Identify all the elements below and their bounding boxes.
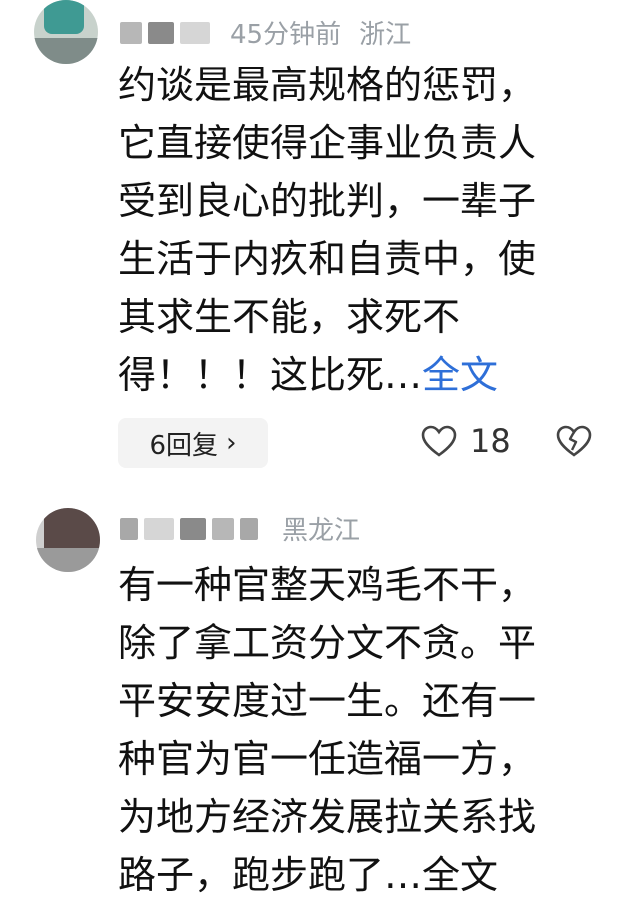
comment-line: 其求生不能，求死不 — [118, 295, 461, 339]
username-blurred[interactable] — [180, 21, 210, 44]
comment-line: 有一种官整天鸡毛不干， — [118, 563, 537, 607]
comment-line: 它直接使得企事业负责人 — [118, 121, 537, 165]
broken-heart-icon — [556, 425, 592, 457]
avatar-image-bottom — [36, 548, 100, 572]
comment-body[interactable]: 有一种官整天鸡毛不干， 除了拿工资分文不贪。平 平安安度过一生。还有一 种官为官… — [118, 556, 618, 904]
comment-line: 为地方经济发展拉关系找 — [118, 795, 537, 839]
dislike-button[interactable] — [554, 424, 594, 462]
comment-meta: 45分钟前 浙江 — [120, 14, 411, 51]
username-blurred[interactable] — [240, 517, 258, 540]
comment-line: 平安安度过一生。还有一 — [118, 679, 537, 723]
comment-location: 浙江 — [359, 20, 412, 50]
username-blurred[interactable] — [120, 21, 142, 44]
avatar-image-bottom — [34, 38, 98, 64]
chevron-right-icon: › — [226, 428, 237, 458]
comment-location: 黑龙江 — [282, 516, 361, 546]
avatar[interactable] — [34, 0, 98, 64]
comment-line: 约谈是最高规格的惩罚， — [118, 63, 537, 107]
comment-line: 种官为官一任造福一方， — [118, 737, 537, 781]
replies-button[interactable]: 6回复 › — [118, 418, 268, 468]
comment-body[interactable]: 约谈是最高规格的惩罚， 它直接使得企事业负责人 受到良心的批判，一辈子 生活于内… — [118, 56, 618, 404]
avatar-image — [44, 508, 100, 548]
avatar[interactable] — [36, 508, 100, 572]
comment-line-last: 得！！！这比死…全文 — [118, 346, 618, 404]
username-blurred[interactable] — [144, 517, 174, 540]
avatar-image — [44, 0, 84, 34]
comment-line: 路子，跑步跑了…全文 — [118, 853, 499, 897]
username-blurred[interactable] — [212, 517, 234, 540]
like-count: 18 — [470, 422, 511, 460]
read-more-link[interactable]: 全文 — [422, 353, 498, 397]
username-blurred[interactable] — [180, 517, 206, 540]
username-blurred[interactable] — [120, 517, 138, 540]
comment-line: 除了拿工资分文不贪。平 — [118, 621, 537, 665]
heart-icon — [421, 425, 457, 457]
comment-time: 45分钟前 — [230, 20, 342, 50]
username-blurred[interactable] — [148, 21, 174, 44]
like-button[interactable]: 18 — [420, 422, 511, 460]
comment-line: 得！！！这比死… — [118, 353, 423, 397]
replies-label: 6回复 — [149, 430, 219, 461]
comment-line: 受到良心的批判，一辈子 — [118, 179, 537, 223]
comment-line: 生活于内疚和自责中，使 — [118, 237, 537, 281]
comment-meta: 黑龙江 — [120, 510, 360, 547]
